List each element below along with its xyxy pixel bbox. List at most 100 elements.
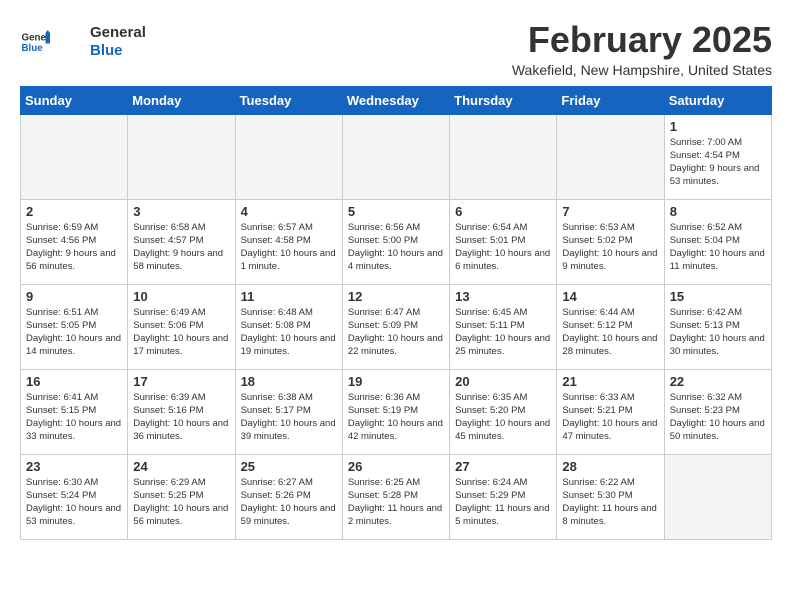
day-number: 5 <box>348 204 444 219</box>
day-number: 24 <box>133 459 229 474</box>
table-row: 12 Sunrise: 6:47 AM Sunset: 5:09 PM Dayli… <box>342 284 449 369</box>
calendar-week-row: 1Sunrise: 7:00 AM Sunset: 4:54 PM Daylig… <box>21 114 772 199</box>
day-info: Sunrise: 6:25 AM Sunset: 5:28 PM Dayligh… <box>348 476 444 529</box>
day-number: 4 <box>241 204 337 219</box>
col-wednesday: Wednesday <box>342 86 449 114</box>
day-info: Sunrise: 6:22 AM Sunset: 5:30 PM Dayligh… <box>562 476 658 529</box>
table-row <box>235 114 342 199</box>
col-saturday: Saturday <box>664 86 771 114</box>
table-row <box>342 114 449 199</box>
logo-general: General <box>90 24 146 42</box>
day-number: 6 <box>455 204 551 219</box>
day-number: 27 <box>455 459 551 474</box>
table-row <box>450 114 557 199</box>
table-row: 6Sunrise: 6:54 AM Sunset: 5:01 PM Daylig… <box>450 199 557 284</box>
day-info: Sunrise: 6:35 AM Sunset: 5:20 PM Dayligh… <box>455 391 551 444</box>
col-monday: Monday <box>128 86 235 114</box>
table-row: 13Sunrise: 6:45 AM Sunset: 5:11 PM Dayli… <box>450 284 557 369</box>
table-row: 3Sunrise: 6:58 AM Sunset: 4:57 PM Daylig… <box>128 199 235 284</box>
day-number: 23 <box>26 459 122 474</box>
table-row: 23 Sunrise: 6:30 AM Sunset: 5:24 PM Dayli… <box>21 454 128 539</box>
day-info: Sunrise: 6:33 AM Sunset: 5:21 PM Dayligh… <box>562 391 658 444</box>
table-row: 5 Sunrise: 6:56 AM Sunset: 5:00 PM Daylig… <box>342 199 449 284</box>
day-number: 19 <box>348 374 444 389</box>
day-info: Sunrise: 6:57 AM Sunset: 4:58 PM Dayligh… <box>241 221 337 274</box>
day-number: 28 <box>562 459 658 474</box>
day-number: 2 <box>26 204 122 219</box>
day-number: 10 <box>133 289 229 304</box>
day-info: Sunrise: 6:49 AM Sunset: 5:06 PM Dayligh… <box>133 306 229 359</box>
calendar-week-row: 9Sunrise: 6:51 AM Sunset: 5:05 PM Daylig… <box>21 284 772 369</box>
table-row: 4 Sunrise: 6:57 AM Sunset: 4:58 PM Daylig… <box>235 199 342 284</box>
table-row: 20Sunrise: 6:35 AM Sunset: 5:20 PM Dayli… <box>450 369 557 454</box>
day-info: Sunrise: 7:00 AM Sunset: 4:54 PM Dayligh… <box>670 136 766 189</box>
day-info: Sunrise: 6:39 AM Sunset: 5:16 PM Dayligh… <box>133 391 229 444</box>
title-block: February 2025 Wakefield, New Hampshire, … <box>512 20 772 78</box>
day-info: Sunrise: 6:38 AM Sunset: 5:17 PM Dayligh… <box>241 391 337 444</box>
table-row: 26 Sunrise: 6:25 AM Sunset: 5:28 PM Dayli… <box>342 454 449 539</box>
logo-blue: Blue <box>90 42 146 60</box>
day-number: 13 <box>455 289 551 304</box>
page-container: General Blue General Blue February 2025 … <box>0 0 792 550</box>
svg-text:Blue: Blue <box>22 43 44 54</box>
day-number: 18 <box>241 374 337 389</box>
day-number: 22 <box>670 374 766 389</box>
day-number: 16 <box>26 374 122 389</box>
day-info: Sunrise: 6:44 AM Sunset: 5:12 PM Dayligh… <box>562 306 658 359</box>
table-row: 19 Sunrise: 6:36 AM Sunset: 5:19 PM Dayli… <box>342 369 449 454</box>
day-number: 12 <box>348 289 444 304</box>
day-number: 26 <box>348 459 444 474</box>
day-number: 17 <box>133 374 229 389</box>
day-info: Sunrise: 6:58 AM Sunset: 4:57 PM Dayligh… <box>133 221 229 274</box>
table-row: 21 Sunrise: 6:33 AM Sunset: 5:21 PM Dayli… <box>557 369 664 454</box>
table-row: 14 Sunrise: 6:44 AM Sunset: 5:12 PM Dayli… <box>557 284 664 369</box>
day-number: 7 <box>562 204 658 219</box>
table-row: 22Sunrise: 6:32 AM Sunset: 5:23 PM Dayli… <box>664 369 771 454</box>
table-row <box>664 454 771 539</box>
day-number: 14 <box>562 289 658 304</box>
col-thursday: Thursday <box>450 86 557 114</box>
col-friday: Friday <box>557 86 664 114</box>
day-info: Sunrise: 6:52 AM Sunset: 5:04 PM Dayligh… <box>670 221 766 274</box>
day-info: Sunrise: 6:29 AM Sunset: 5:25 PM Dayligh… <box>133 476 229 529</box>
day-info: Sunrise: 6:56 AM Sunset: 5:00 PM Dayligh… <box>348 221 444 274</box>
month-title: February 2025 <box>512 20 772 60</box>
day-info: Sunrise: 6:24 AM Sunset: 5:29 PM Dayligh… <box>455 476 551 529</box>
day-info: Sunrise: 6:47 AM Sunset: 5:09 PM Dayligh… <box>348 306 444 359</box>
table-row <box>557 114 664 199</box>
table-row: 18 Sunrise: 6:38 AM Sunset: 5:17 PM Dayli… <box>235 369 342 454</box>
header: General Blue General Blue February 2025 … <box>20 20 772 78</box>
col-sunday: Sunday <box>21 86 128 114</box>
table-row: 24 Sunrise: 6:29 AM Sunset: 5:25 PM Dayli… <box>128 454 235 539</box>
calendar-header-row: Sunday Monday Tuesday Wednesday Thursday… <box>21 86 772 114</box>
table-row: 15Sunrise: 6:42 AM Sunset: 5:13 PM Dayli… <box>664 284 771 369</box>
logo-icon: General Blue <box>20 27 50 57</box>
day-number: 25 <box>241 459 337 474</box>
day-info: Sunrise: 6:41 AM Sunset: 5:15 PM Dayligh… <box>26 391 122 444</box>
table-row: 2 Sunrise: 6:59 AM Sunset: 4:56 PM Daylig… <box>21 199 128 284</box>
table-row: 7 Sunrise: 6:53 AM Sunset: 5:02 PM Daylig… <box>557 199 664 284</box>
day-number: 21 <box>562 374 658 389</box>
day-info: Sunrise: 6:36 AM Sunset: 5:19 PM Dayligh… <box>348 391 444 444</box>
table-row: 28 Sunrise: 6:22 AM Sunset: 5:30 PM Dayli… <box>557 454 664 539</box>
table-row: 11Sunrise: 6:48 AM Sunset: 5:08 PM Dayli… <box>235 284 342 369</box>
logo: General Blue General Blue <box>20 24 146 60</box>
table-row: 27 Sunrise: 6:24 AM Sunset: 5:29 PM Dayli… <box>450 454 557 539</box>
table-row: 10 Sunrise: 6:49 AM Sunset: 5:06 PM Dayli… <box>128 284 235 369</box>
calendar-week-row: 23 Sunrise: 6:30 AM Sunset: 5:24 PM Dayli… <box>21 454 772 539</box>
table-row: 25 Sunrise: 6:27 AM Sunset: 5:26 PM Dayli… <box>235 454 342 539</box>
calendar-week-row: 2 Sunrise: 6:59 AM Sunset: 4:56 PM Daylig… <box>21 199 772 284</box>
table-row: 16 Sunrise: 6:41 AM Sunset: 5:15 PM Dayli… <box>21 369 128 454</box>
day-info: Sunrise: 6:30 AM Sunset: 5:24 PM Dayligh… <box>26 476 122 529</box>
day-info: Sunrise: 6:59 AM Sunset: 4:56 PM Dayligh… <box>26 221 122 274</box>
day-number: 8 <box>670 204 766 219</box>
location: Wakefield, New Hampshire, United States <box>512 62 772 78</box>
day-number: 15 <box>670 289 766 304</box>
calendar-week-row: 16 Sunrise: 6:41 AM Sunset: 5:15 PM Dayli… <box>21 369 772 454</box>
table-row <box>21 114 128 199</box>
table-row: 1Sunrise: 7:00 AM Sunset: 4:54 PM Daylig… <box>664 114 771 199</box>
day-number: 11 <box>241 289 337 304</box>
table-row: 17 Sunrise: 6:39 AM Sunset: 5:16 PM Dayli… <box>128 369 235 454</box>
day-info: Sunrise: 6:53 AM Sunset: 5:02 PM Dayligh… <box>562 221 658 274</box>
day-info: Sunrise: 6:27 AM Sunset: 5:26 PM Dayligh… <box>241 476 337 529</box>
